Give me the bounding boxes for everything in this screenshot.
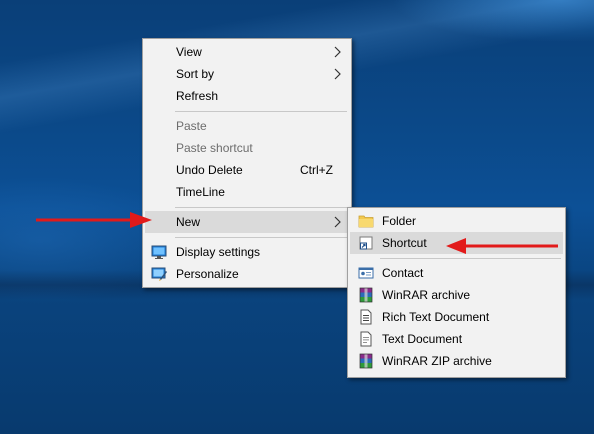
submenu-item-label: WinRAR archive: [382, 288, 471, 302]
menu-separator: [175, 111, 347, 112]
submenu-item-contact[interactable]: Contact: [350, 262, 563, 284]
personalize-icon: [151, 267, 167, 281]
submenu-item-folder[interactable]: Folder: [350, 210, 563, 232]
chevron-right-icon: [334, 46, 341, 58]
submenu-item-label: Shortcut: [382, 236, 427, 250]
submenu-item-label: Rich Text Document: [382, 310, 490, 324]
menu-item-paste: Paste: [145, 115, 349, 137]
keyboard-shortcut: Ctrl+Z: [300, 163, 333, 177]
desktop-context-menu: View Sort by Refresh Paste Paste shortcu…: [142, 38, 352, 288]
display-settings-icon: [151, 245, 167, 259]
menu-item-label: Paste: [176, 119, 207, 133]
submenu-item-label: WinRAR ZIP archive: [382, 354, 492, 368]
menu-separator: [380, 258, 561, 259]
menu-separator: [175, 237, 347, 238]
submenu-item-label: Text Document: [382, 332, 463, 346]
winrar-zip-icon: [359, 353, 373, 369]
annotation-arrow-right-icon: [36, 212, 152, 228]
menu-item-label: Display settings: [176, 245, 261, 259]
submenu-item-winrar-zip-archive[interactable]: WinRAR ZIP archive: [350, 350, 563, 372]
document-icon: [360, 309, 372, 325]
submenu-item-text-document[interactable]: Text Document: [350, 328, 563, 350]
menu-item-new[interactable]: New: [145, 211, 349, 233]
menu-item-label: View: [176, 45, 202, 59]
menu-item-label: Refresh: [176, 89, 219, 103]
menu-item-refresh[interactable]: Refresh: [145, 85, 349, 107]
menu-item-timeline[interactable]: TimeLine: [145, 181, 349, 203]
menu-item-label: Paste shortcut: [176, 141, 253, 155]
submenu-item-winrar-archive[interactable]: WinRAR archive: [350, 284, 563, 306]
menu-separator: [175, 207, 347, 208]
menu-item-label: New: [176, 215, 201, 229]
menu-item-undo-delete[interactable]: Undo Delete Ctrl+Z: [145, 159, 349, 181]
shortcut-icon: [359, 236, 373, 250]
menu-item-label: Sort by: [176, 67, 215, 81]
submenu-item-rich-text-document[interactable]: Rich Text Document: [350, 306, 563, 328]
new-submenu: Folder Shortcut Contact WinRAR archive R…: [347, 207, 566, 378]
submenu-item-label: Folder: [382, 214, 417, 228]
folder-icon: [358, 215, 374, 228]
menu-item-personalize[interactable]: Personalize: [145, 263, 349, 285]
menu-item-sort-by[interactable]: Sort by: [145, 63, 349, 85]
submenu-item-label: Contact: [382, 266, 424, 280]
menu-item-label: Personalize: [176, 267, 239, 281]
menu-item-label: TimeLine: [176, 185, 225, 199]
menu-item-label: Undo Delete: [176, 163, 243, 177]
menu-item-paste-shortcut: Paste shortcut: [145, 137, 349, 159]
text-document-icon: [360, 331, 372, 347]
menu-item-display-settings[interactable]: Display settings: [145, 241, 349, 263]
submenu-item-shortcut[interactable]: Shortcut: [350, 232, 563, 254]
desktop-background[interactable]: View Sort by Refresh Paste Paste shortcu…: [0, 0, 594, 434]
chevron-right-icon: [334, 68, 341, 80]
winrar-archive-icon: [359, 287, 373, 303]
contact-card-icon: [358, 267, 374, 279]
chevron-right-icon: [334, 216, 341, 228]
menu-item-view[interactable]: View: [145, 41, 349, 63]
